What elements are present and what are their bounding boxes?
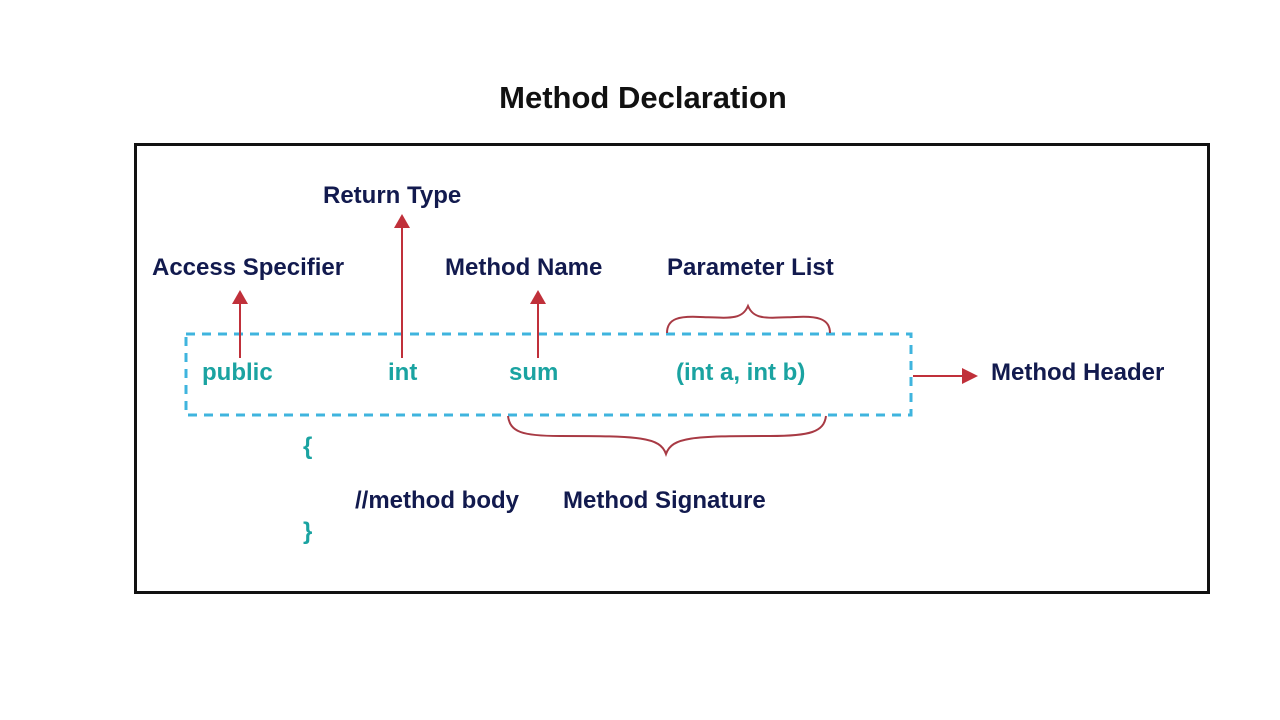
code-method-name: sum [509, 359, 559, 386]
label-method-signature: Method Signature [563, 487, 766, 514]
method-name-arrowhead [530, 290, 546, 304]
code-access-modifier: public [202, 359, 273, 386]
method-signature-brace [507, 415, 827, 457]
parameter-list-brace [666, 303, 831, 334]
label-access-specifier: Access Specifier [152, 254, 345, 281]
label-method-header: Method Header [991, 359, 1165, 386]
access-specifier-arrowhead [232, 290, 248, 304]
code-open-brace: { [303, 433, 313, 460]
label-return-type: Return Type [323, 182, 462, 209]
code-return-type: int [388, 359, 418, 386]
code-parameters: (int a, int b) [676, 359, 806, 386]
label-method-name: Method Name [445, 254, 603, 281]
return-type-arrowhead [394, 214, 410, 228]
code-body-comment: //method body [355, 487, 519, 514]
code-close-brace: } [303, 518, 313, 545]
method-header-arrowhead [962, 368, 978, 384]
label-parameter-list: Parameter List [667, 254, 834, 281]
